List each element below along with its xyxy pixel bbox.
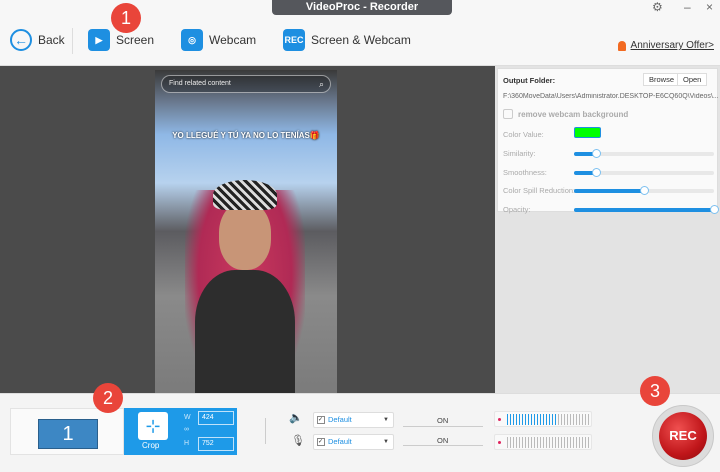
speaker-device-select[interactable]: ✓ Default ▼ bbox=[313, 412, 394, 428]
webcam-label: Webcam bbox=[209, 33, 257, 47]
minimize-button[interactable]: – bbox=[684, 0, 691, 14]
webcam-button[interactable]: ◎ Webcam bbox=[181, 29, 256, 51]
speaker-icon[interactable]: 🔈 bbox=[289, 411, 303, 424]
monitor-selector[interactable]: 1 bbox=[10, 408, 124, 455]
video-caption: YO LLEGUÉ Y TÚ YA NO LO TENÍAS🎁 bbox=[172, 131, 320, 140]
slider-handle[interactable] bbox=[640, 186, 649, 195]
step-badge-2: 2 bbox=[93, 383, 123, 413]
back-button[interactable]: ← Back bbox=[10, 29, 65, 51]
slider-colorspillreduction[interactable] bbox=[574, 186, 714, 195]
monitor-1[interactable]: 1 bbox=[38, 419, 98, 449]
slider-fill bbox=[574, 189, 644, 193]
checkbox-icon[interactable]: ✓ bbox=[317, 438, 325, 446]
anniversary-offer-link[interactable]: Anniversary Offer> bbox=[617, 40, 714, 51]
chevron-down-icon: ▼ bbox=[383, 439, 389, 445]
slider-handle[interactable] bbox=[592, 167, 602, 177]
back-arrow-icon: ← bbox=[10, 29, 32, 51]
mic-device: Default bbox=[328, 437, 352, 446]
speaker-level-meter bbox=[494, 411, 592, 427]
video-subject-bandana bbox=[213, 180, 277, 210]
remove-bg-label: remove webcam background bbox=[518, 110, 629, 119]
browse-button[interactable]: Browse bbox=[643, 73, 681, 86]
height-input[interactable]: 752 bbox=[198, 437, 234, 451]
divider bbox=[265, 418, 266, 444]
mic-status[interactable]: ON bbox=[437, 436, 448, 445]
slider-handle[interactable] bbox=[710, 204, 719, 214]
output-path: F:\360MoveData\Users\Administrator.DESKT… bbox=[503, 93, 718, 100]
gear-icon[interactable]: ⚙ bbox=[652, 0, 663, 14]
crop-label: Crop bbox=[142, 441, 160, 450]
screen-webcam-label: Screen & Webcam bbox=[311, 33, 411, 47]
open-button[interactable]: Open bbox=[677, 73, 708, 86]
slider-label: Smoothness: bbox=[503, 167, 547, 177]
speaker-device: Default bbox=[328, 415, 352, 424]
monitor-icon: ▶ bbox=[88, 29, 110, 51]
output-folder-label: Output Folder: bbox=[503, 76, 556, 85]
mic-level-meter bbox=[494, 434, 592, 450]
search-placeholder: Find related content bbox=[169, 80, 231, 87]
screen-webcam-button[interactable]: REC Screen & Webcam bbox=[283, 29, 411, 51]
toolbar: ← Back ▶ Screen ◎ Webcam REC Screen & Webcam… bbox=[0, 16, 720, 66]
video-search-bar[interactable]: Find related content ⌕ bbox=[161, 75, 331, 93]
link-icon[interactable]: ∞ bbox=[184, 426, 189, 433]
slider-smoothness[interactable] bbox=[574, 167, 714, 177]
rec-button-frame: REC bbox=[652, 405, 714, 467]
video-subject-body bbox=[195, 270, 295, 393]
title-bar: VideoProc - Recorder ⚙ – × bbox=[0, 0, 720, 16]
slider-fill bbox=[574, 207, 714, 212]
width-input[interactable]: 424 bbox=[198, 411, 234, 425]
back-label: Back bbox=[38, 33, 65, 47]
rec-icon: REC bbox=[283, 29, 305, 51]
color-swatch[interactable] bbox=[574, 127, 601, 138]
video-subject-face bbox=[219, 202, 271, 270]
rec-button[interactable]: REC bbox=[659, 412, 707, 460]
settings-panel: Output Folder: Browse Open F:\360MoveDat… bbox=[495, 66, 720, 393]
width-label: W bbox=[184, 414, 191, 421]
crop-panel: ⊹ Crop W ∞ H 424 752 bbox=[124, 408, 237, 455]
video-preview[interactable]: Find related content ⌕ YO LLEGUÉ Y TÚ YA … bbox=[155, 70, 337, 393]
screen-label: Screen bbox=[116, 33, 155, 47]
slider-similarity[interactable] bbox=[574, 149, 714, 158]
offer-label: Anniversary Offer> bbox=[630, 40, 714, 51]
color-value-label: Color Value: bbox=[503, 130, 544, 139]
bell-icon bbox=[617, 40, 626, 51]
microphone-icon[interactable]: 🎙 bbox=[291, 434, 305, 447]
mic-device-select[interactable]: ✓ Default ▼ bbox=[313, 434, 394, 450]
step-badge-3: 3 bbox=[640, 376, 670, 406]
height-label: H bbox=[184, 440, 190, 447]
close-button[interactable]: × bbox=[706, 0, 713, 14]
slider-opacity[interactable] bbox=[574, 204, 719, 214]
divider bbox=[72, 28, 73, 54]
crop-icon[interactable]: ⊹ bbox=[138, 412, 168, 440]
remove-bg-checkbox[interactable] bbox=[503, 109, 513, 119]
chevron-down-icon: ▼ bbox=[383, 417, 389, 423]
slider-handle[interactable] bbox=[592, 149, 602, 158]
window-title: VideoProc - Recorder bbox=[272, 0, 452, 15]
slider-label: Opacity: bbox=[503, 204, 531, 214]
step-badge-1: 1 bbox=[111, 3, 141, 33]
slider-label: Color Spill Reduction: bbox=[503, 186, 576, 195]
preview-area: Find related content ⌕ YO LLEGUÉ Y TÚ YA … bbox=[0, 66, 495, 393]
speaker-level-fill bbox=[507, 414, 557, 425]
webcam-icon: ◎ bbox=[181, 29, 203, 51]
slider-label: Similarity: bbox=[503, 149, 536, 158]
speaker-status[interactable]: ON bbox=[437, 416, 448, 425]
search-icon: ⌕ bbox=[318, 79, 324, 89]
checkbox-icon[interactable]: ✓ bbox=[317, 416, 325, 424]
